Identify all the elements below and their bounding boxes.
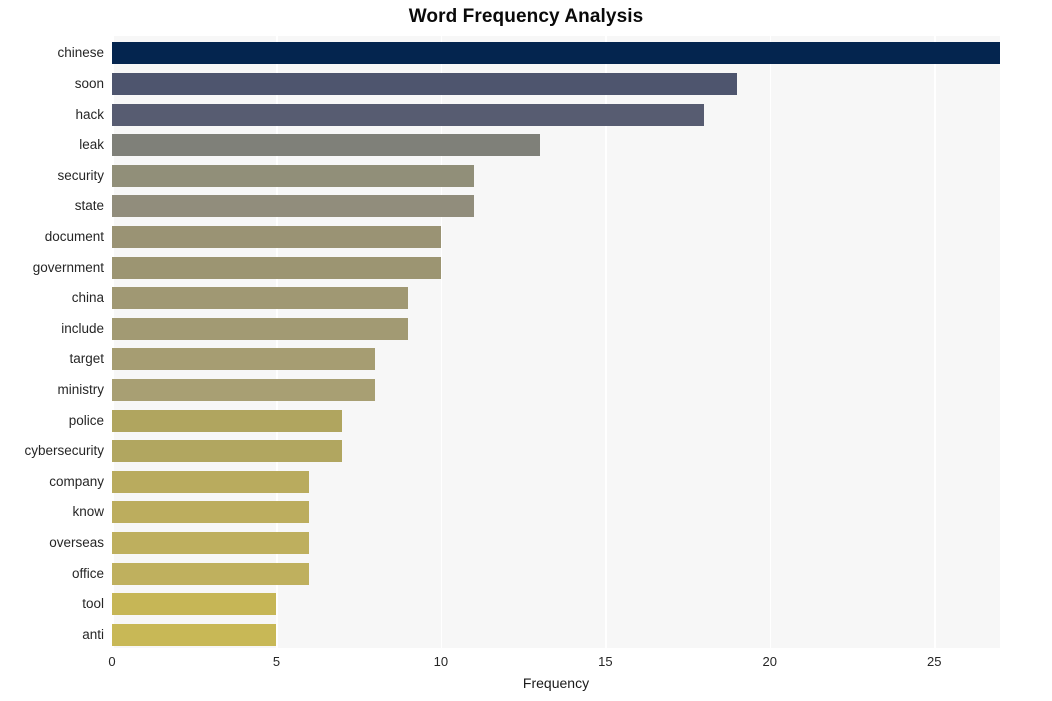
y-tick-label: government — [32, 259, 104, 275]
x-tick-label: 10 — [433, 654, 449, 669]
y-tick-label: include — [61, 320, 104, 336]
bar[interactable] — [112, 501, 310, 524]
bar[interactable] — [112, 348, 376, 371]
bar[interactable] — [112, 623, 277, 646]
y-tick-label: police — [68, 412, 104, 428]
y-tick-label: tool — [82, 596, 104, 612]
y-tick-label: overseas — [49, 534, 104, 550]
bar[interactable] — [112, 42, 1000, 65]
bar[interactable] — [112, 593, 277, 616]
y-tick-label: hack — [75, 106, 104, 122]
bar[interactable] — [112, 531, 310, 554]
y-tick-label: chinese — [57, 45, 104, 61]
bars-layer — [112, 36, 1000, 648]
y-tick-label: security — [57, 167, 104, 183]
bar[interactable] — [112, 134, 540, 157]
chart-figure: Word Frequency Analysis chinese soon hack l… — [0, 0, 1052, 701]
x-tick-label: 0 — [108, 654, 116, 669]
bar[interactable] — [112, 103, 704, 126]
x-axis-tick-labels: 0 5 10 15 20 25 — [0, 650, 1052, 674]
chart-title: Word Frequency Analysis — [408, 6, 644, 27]
y-tick-label: anti — [82, 626, 104, 642]
x-tick-label: 5 — [272, 654, 281, 669]
bar[interactable] — [112, 440, 343, 463]
y-tick-label: china — [71, 290, 104, 306]
y-tick-label: ministry — [57, 381, 105, 397]
bar[interactable] — [112, 164, 474, 187]
bar[interactable] — [112, 378, 376, 401]
bar[interactable] — [112, 317, 408, 340]
y-tick-label: office — [71, 565, 104, 581]
y-tick-label: leak — [79, 137, 104, 153]
y-tick-label: document — [44, 228, 104, 244]
y-tick-label: cybersecurity — [24, 443, 104, 459]
bar[interactable] — [112, 562, 310, 585]
x-tick-label: 20 — [762, 654, 777, 669]
x-axis-title: Frequency — [522, 675, 590, 691]
bar[interactable] — [112, 256, 441, 279]
bar[interactable] — [112, 409, 343, 432]
y-tick-label: target — [69, 351, 104, 367]
x-tick-label: 15 — [598, 654, 613, 669]
y-axis-tick-labels: chinese soon hack leak security state document… — [0, 36, 104, 648]
bar[interactable] — [112, 470, 310, 493]
bar[interactable] — [112, 72, 737, 95]
y-tick-label: company — [49, 473, 104, 489]
plot-area — [112, 36, 1000, 648]
y-tick-label: state — [74, 198, 104, 214]
y-tick-label: know — [72, 504, 104, 520]
bar[interactable] — [112, 287, 408, 310]
bar[interactable] — [112, 195, 474, 218]
y-tick-label: soon — [74, 75, 104, 91]
x-tick-label: 25 — [926, 654, 942, 669]
bar[interactable] — [112, 225, 441, 248]
